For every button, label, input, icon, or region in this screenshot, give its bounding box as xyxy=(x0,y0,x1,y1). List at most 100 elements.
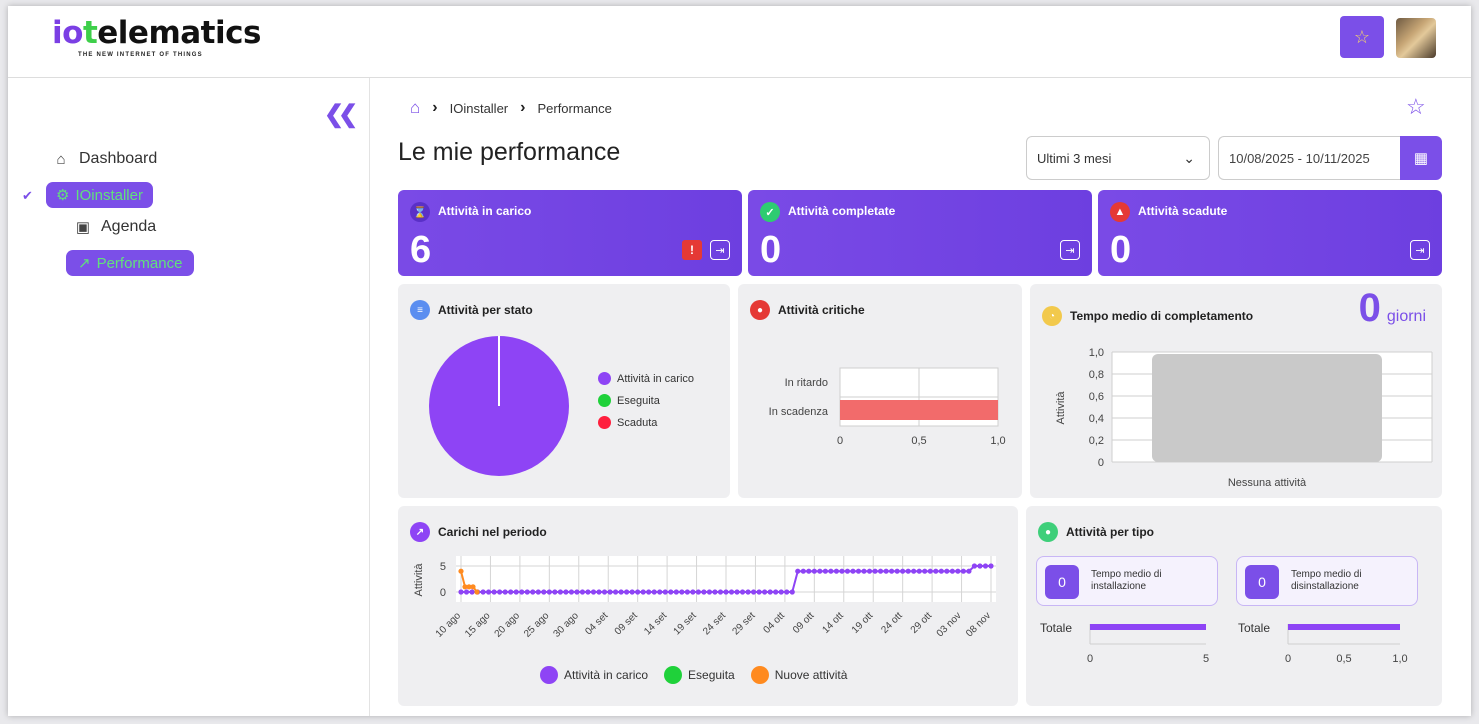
favorites-button[interactable]: ☆ xyxy=(1340,16,1384,58)
x-tick-label: 24 set xyxy=(701,610,728,637)
category-label: Nessuna attività xyxy=(1228,477,1307,489)
kpi-card-scadute: ▲ Attività scadute 0 ⇥ xyxy=(1098,190,1442,276)
open-icon[interactable]: ⇥ xyxy=(710,240,730,260)
x-tick-label: 19 ott xyxy=(850,610,876,636)
data-point-in-carico xyxy=(513,589,519,595)
tick-label: 0,5 xyxy=(1336,653,1351,665)
tick-label: 0,5 xyxy=(911,435,926,447)
bar-in-scadenza[interactable] xyxy=(840,400,998,420)
app-window: iotelematics THE NEW INTERNET OF THINGS … xyxy=(8,6,1471,716)
tick-label: 1,0 xyxy=(1392,653,1407,665)
kpi-value: 0 xyxy=(1110,229,1132,271)
sidebar-item-ioinstaller[interactable]: ⚙ IOinstaller xyxy=(46,182,153,208)
data-point-in-carico xyxy=(944,568,950,574)
data-point-in-carico xyxy=(811,568,817,574)
data-point-nuove-attivita xyxy=(470,584,476,590)
x-tick-label: 20 ago xyxy=(493,610,523,640)
star-icon[interactable]: ☆ xyxy=(1406,94,1426,120)
double-chevron-left-icon[interactable]: ❮❮ xyxy=(324,100,358,129)
data-point-in-carico xyxy=(795,568,801,574)
data-point-in-carico xyxy=(535,589,541,595)
tick-label: 0,6 xyxy=(1089,391,1104,403)
data-point-nuove-attivita xyxy=(458,568,464,574)
bar-totale-installazione[interactable] xyxy=(1090,624,1206,630)
sidebar-item-performance[interactable]: ↗ Performance xyxy=(66,250,195,276)
home-icon: ⌂ xyxy=(56,150,66,168)
calendar-button[interactable]: ▦ xyxy=(1400,136,1442,180)
legend-item[interactable]: Attività in carico xyxy=(540,666,648,684)
data-point-in-carico xyxy=(458,589,464,595)
data-point-in-carico xyxy=(988,563,994,569)
avatar[interactable] xyxy=(1396,18,1436,58)
home-icon[interactable]: ⌂ xyxy=(410,98,420,118)
x-tick-label: 14 set xyxy=(642,610,669,637)
data-point-in-carico xyxy=(751,589,757,595)
data-point-in-carico xyxy=(949,568,955,574)
legend-item[interactable]: Eseguita xyxy=(598,394,694,407)
category-label: In scadenza xyxy=(769,406,829,418)
sidebar-item-dashboard[interactable]: ⌂ Dashboard xyxy=(52,150,157,168)
data-point-nuove-attivita xyxy=(474,589,480,595)
period-value: Ultimi 3 mesi xyxy=(1037,150,1112,166)
pie-legend: Attività in carico Eseguita Scaduta xyxy=(598,372,694,438)
data-point-in-carico xyxy=(502,589,508,595)
data-point-in-carico xyxy=(762,589,768,595)
kpi-label: Attività completate xyxy=(788,204,896,218)
breadcrumb-ioinstaller[interactable]: IOinstaller xyxy=(450,101,509,116)
data-point-in-carico xyxy=(916,568,922,574)
critiche-chart: In ritardo In scadenza 0 0,5 1,0 xyxy=(769,367,1006,447)
data-point-in-carico xyxy=(883,568,889,574)
data-point-in-carico xyxy=(861,568,867,574)
tick-label: 1,0 xyxy=(1089,347,1104,359)
open-icon[interactable]: ⇥ xyxy=(1060,240,1080,260)
data-point-in-carico xyxy=(612,589,619,595)
legend-item[interactable]: Nuove attività xyxy=(750,666,847,684)
legend-item[interactable]: Scaduta xyxy=(598,416,694,429)
data-point-in-carico xyxy=(541,589,547,595)
x-tick-label: 04 ott xyxy=(762,610,788,636)
panel-attivita-critiche: ● Attività critiche In ritardo In scadenz… xyxy=(738,284,1022,498)
data-point-in-carico xyxy=(734,589,740,595)
sidebar-item-agenda[interactable]: ▣ Agenda xyxy=(74,218,156,236)
bar-totale-disinstallazione[interactable] xyxy=(1288,624,1400,630)
bar-nessuna-attivita[interactable] xyxy=(1152,354,1382,462)
data-point-in-carico xyxy=(629,589,635,595)
chevron-down-icon[interactable]: ✔ xyxy=(22,188,33,204)
legend-item[interactable]: Attività in carico xyxy=(598,372,694,385)
data-point-in-carico xyxy=(585,589,591,595)
data-point-in-carico xyxy=(657,589,663,595)
axis-label: Attività xyxy=(1055,391,1067,425)
data-point-in-carico xyxy=(596,589,602,595)
data-point-in-carico xyxy=(491,589,497,595)
tick-label: 0 xyxy=(1285,653,1291,665)
open-icon[interactable]: ⇥ xyxy=(1410,240,1430,260)
data-point-in-carico xyxy=(767,589,773,595)
y-tick-label: 0 xyxy=(440,587,446,599)
alert-badge[interactable]: ! xyxy=(682,240,702,260)
tick-label: 0,8 xyxy=(1089,369,1104,381)
date-range-input[interactable]: 10/08/2025 - 10/11/2025 xyxy=(1218,136,1400,180)
legend-item[interactable]: Eseguita xyxy=(664,666,735,684)
data-point-in-carico xyxy=(889,568,895,574)
x-tick-label: 04 set xyxy=(583,610,610,637)
data-point-in-carico xyxy=(833,568,840,574)
data-point-in-carico xyxy=(778,589,784,595)
period-select[interactable]: Ultimi 3 mesi ⌄ xyxy=(1026,136,1210,180)
data-point-in-carico xyxy=(922,568,928,574)
data-point-in-carico xyxy=(557,589,563,595)
data-point-in-carico xyxy=(646,589,652,595)
tipo-charts: Totale 0 5 Totale 0 0,5 1,0 xyxy=(1040,621,1408,665)
data-point-in-carico xyxy=(789,589,795,595)
data-point-in-carico xyxy=(850,568,856,574)
tick-label: 1,0 xyxy=(990,435,1005,447)
data-point-in-carico xyxy=(706,589,713,595)
category-label: Totale xyxy=(1040,621,1072,635)
data-point-in-carico xyxy=(728,589,735,595)
x-tick-label: 09 ott xyxy=(791,610,817,636)
kpi-value: 6 xyxy=(410,229,432,271)
data-point-in-carico xyxy=(927,568,933,574)
page-title: Le mie performance xyxy=(398,138,621,166)
kpi-label: Attività in carico xyxy=(438,204,532,218)
logo[interactable]: iotelematics THE NEW INTERNET OF THINGS xyxy=(52,16,261,58)
data-point-in-carico xyxy=(552,589,558,595)
